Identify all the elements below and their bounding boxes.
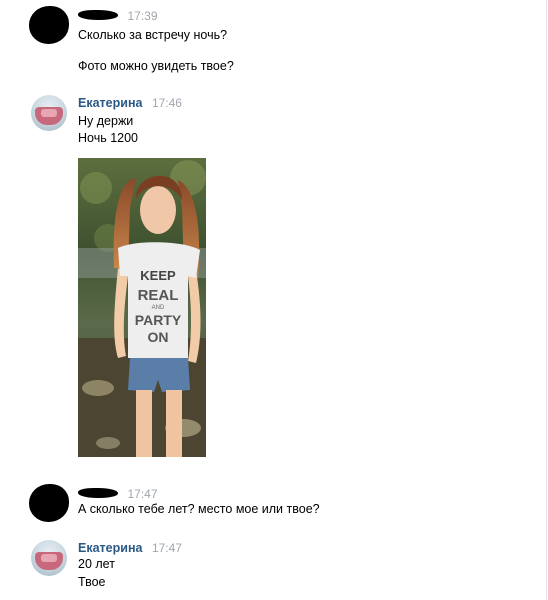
avatar-redacted[interactable] xyxy=(29,484,69,522)
right-border xyxy=(546,0,547,600)
message-time[interactable]: 17:47 xyxy=(152,541,182,555)
shirt-text: ON xyxy=(148,329,169,345)
shirt-text: KEEP xyxy=(140,268,176,283)
message-time[interactable]: 17:46 xyxy=(152,96,182,110)
shirt-text: PARTY xyxy=(135,312,182,328)
message-text-line: Твое xyxy=(78,575,106,589)
shirt-text: AND xyxy=(152,305,165,311)
avatar-image-shape xyxy=(41,109,57,117)
sender-name[interactable]: Екатерина xyxy=(78,541,142,555)
sender-name-redacted[interactable] xyxy=(78,488,118,499)
sender-name[interactable]: Екатерина xyxy=(78,96,142,110)
avatar-ekaterina[interactable] xyxy=(31,540,67,576)
avatar-ekaterina[interactable] xyxy=(31,95,67,131)
message-text-line: Ночь 1200 xyxy=(78,131,139,145)
photo-attachment[interactable]: KEEP REAL AND PARTY ON xyxy=(78,158,206,457)
sender-name-redacted[interactable] xyxy=(78,10,118,21)
message-header: Екатерина 17:47 xyxy=(78,541,182,557)
message-header: Екатерина 17:46 xyxy=(78,96,182,112)
message-text-line: Сколько за встречу ночь? xyxy=(78,28,228,42)
message-text-line: Ну держи xyxy=(78,114,134,128)
message-text-line: Фото можно увидеть твое? xyxy=(78,59,234,73)
message-time[interactable]: 17:47 xyxy=(127,487,157,501)
shirt-text: REAL xyxy=(138,287,179,304)
photo-image: KEEP REAL AND PARTY ON xyxy=(78,158,206,457)
message-header: 17:39 xyxy=(78,9,158,25)
avatar-image-shape xyxy=(41,554,57,562)
avatar-redacted[interactable] xyxy=(29,6,69,44)
message-text-line: 20 лет xyxy=(78,557,115,571)
message-time[interactable]: 17:39 xyxy=(127,9,157,23)
message-text-line: А сколько тебе лет? место мое или твое? xyxy=(78,502,320,516)
